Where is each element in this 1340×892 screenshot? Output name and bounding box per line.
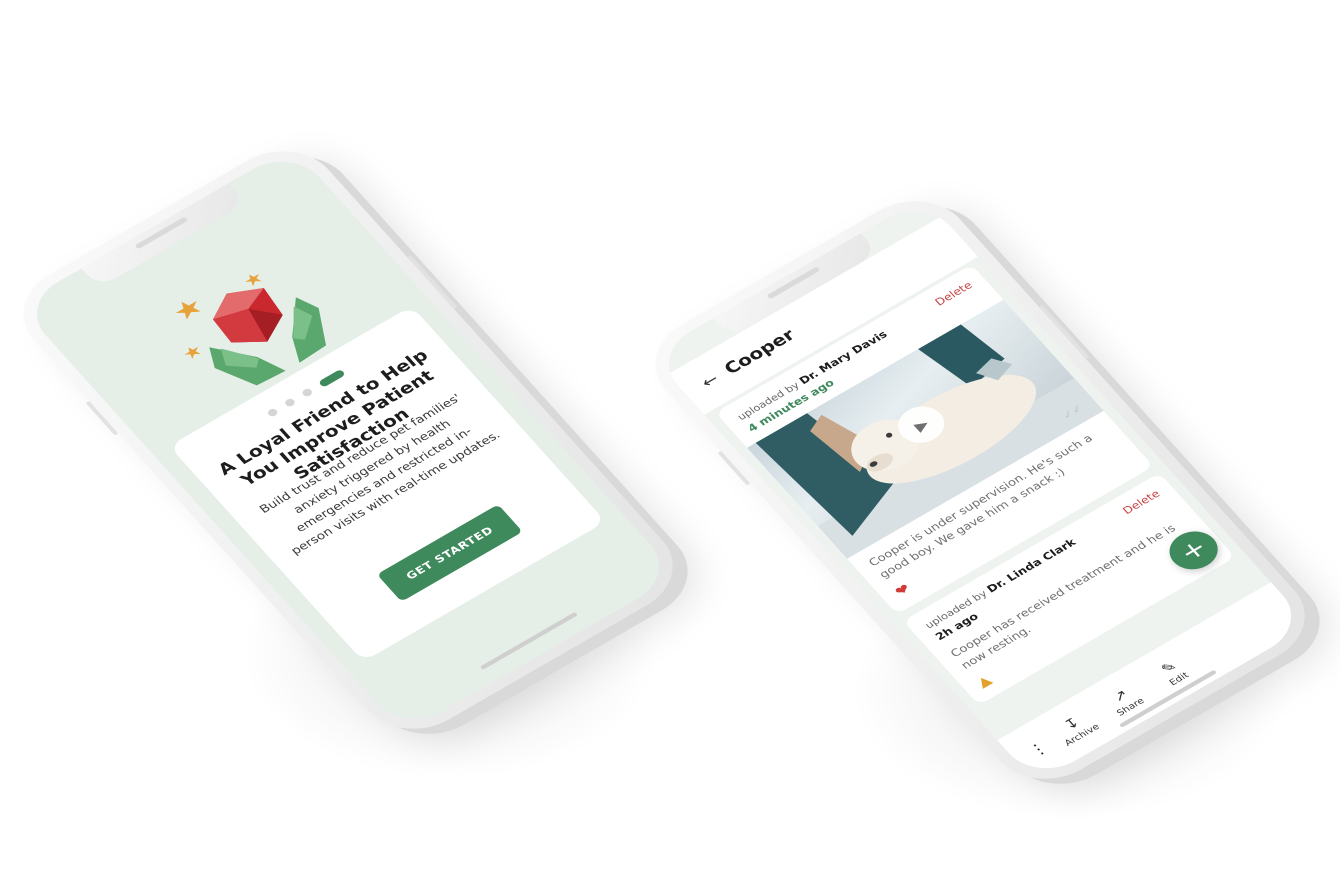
page-dot[interactable]: [283, 397, 297, 408]
plus-icon: +: [1173, 533, 1214, 567]
back-arrow-icon[interactable]: ←: [697, 370, 722, 391]
page-dot[interactable]: [300, 387, 314, 398]
page-dot[interactable]: [265, 407, 280, 418]
speaker: [134, 216, 189, 250]
get-started-button[interactable]: GET STARTED: [376, 504, 523, 602]
page-dot-active[interactable]: [318, 368, 346, 388]
